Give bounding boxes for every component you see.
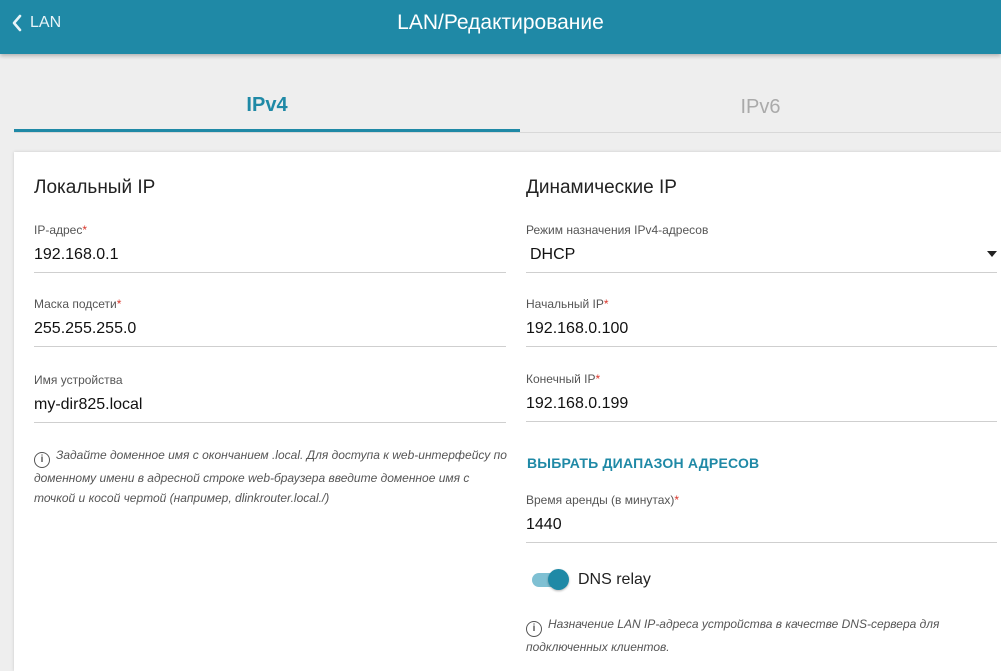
tab-ipv6[interactable]: IPv6 bbox=[520, 82, 1001, 132]
end-ip-label: Конечный IP* bbox=[526, 372, 601, 386]
info-icon: i bbox=[526, 621, 542, 637]
tab-bar: IPv4 IPv6 bbox=[14, 82, 1001, 133]
info-icon: i bbox=[34, 452, 50, 468]
ip-mode-field[interactable]: Режим назначения IPv4-адресов DHCP bbox=[526, 223, 997, 273]
settings-card: Локальный IP IP-адрес* 192.168.0.1 Маска… bbox=[14, 152, 1001, 671]
ip-mode-select[interactable]: DHCP bbox=[526, 246, 997, 273]
domain-hint-text: Задайте доменное имя с окончанием .local… bbox=[34, 448, 507, 505]
top-bar: LAN LAN/Редактирование bbox=[0, 0, 1001, 54]
dns-relay-label: DNS relay bbox=[578, 571, 651, 588]
dns-relay-hint-text: Назначение LAN IP-адреса устройства в ка… bbox=[526, 617, 940, 654]
dns-relay-hint: i Назначение LAN IP-адреса устройства в к… bbox=[526, 614, 946, 657]
subnet-mask-label: Маска подсети* bbox=[34, 297, 122, 311]
ip-address-label: IP-адрес* bbox=[34, 223, 88, 237]
ip-address-input[interactable]: 192.168.0.1 bbox=[34, 246, 506, 273]
device-name-field: Имя устройства my-dir825.local bbox=[34, 373, 506, 423]
page-title: LAN/Редактирование bbox=[397, 11, 604, 34]
ip-address-field: IP-адрес* 192.168.0.1 bbox=[34, 223, 506, 273]
subnet-mask-input[interactable]: 255.255.255.0 bbox=[34, 320, 506, 347]
dynamic-ip-title: Динамические IP bbox=[526, 177, 677, 198]
lease-time-input[interactable]: 1440 bbox=[526, 516, 997, 543]
domain-hint: i Задайте доменное имя с окончанием .loca… bbox=[34, 445, 512, 508]
toggle-knob bbox=[548, 569, 569, 590]
device-name-input[interactable]: my-dir825.local bbox=[34, 396, 506, 423]
subnet-mask-field: Маска подсети* 255.255.255.0 bbox=[34, 297, 506, 347]
dropdown-arrow-icon[interactable] bbox=[987, 251, 997, 257]
device-name-label: Имя устройства bbox=[34, 373, 123, 387]
dns-relay-toggle[interactable] bbox=[530, 568, 570, 590]
tab-ipv4[interactable]: IPv4 bbox=[14, 82, 520, 132]
lease-time-field: Время аренды (в минутах)* 1440 bbox=[526, 493, 997, 543]
end-ip-field: Конечный IP* 192.168.0.199 bbox=[526, 372, 997, 422]
lease-time-label: Время аренды (в минутах)* bbox=[526, 493, 680, 507]
ip-mode-label: Режим назначения IPv4-адресов bbox=[526, 223, 709, 237]
select-range-button[interactable]: ВЫБРАТЬ ДИАПАЗОН АДРЕСОВ bbox=[527, 455, 759, 471]
start-ip-field: Начальный IP* 192.168.0.100 bbox=[526, 297, 997, 347]
start-ip-input[interactable]: 192.168.0.100 bbox=[526, 320, 997, 347]
end-ip-input[interactable]: 192.168.0.199 bbox=[526, 395, 997, 422]
local-ip-title: Локальный IP bbox=[34, 177, 156, 198]
start-ip-label: Начальный IP* bbox=[526, 297, 609, 311]
